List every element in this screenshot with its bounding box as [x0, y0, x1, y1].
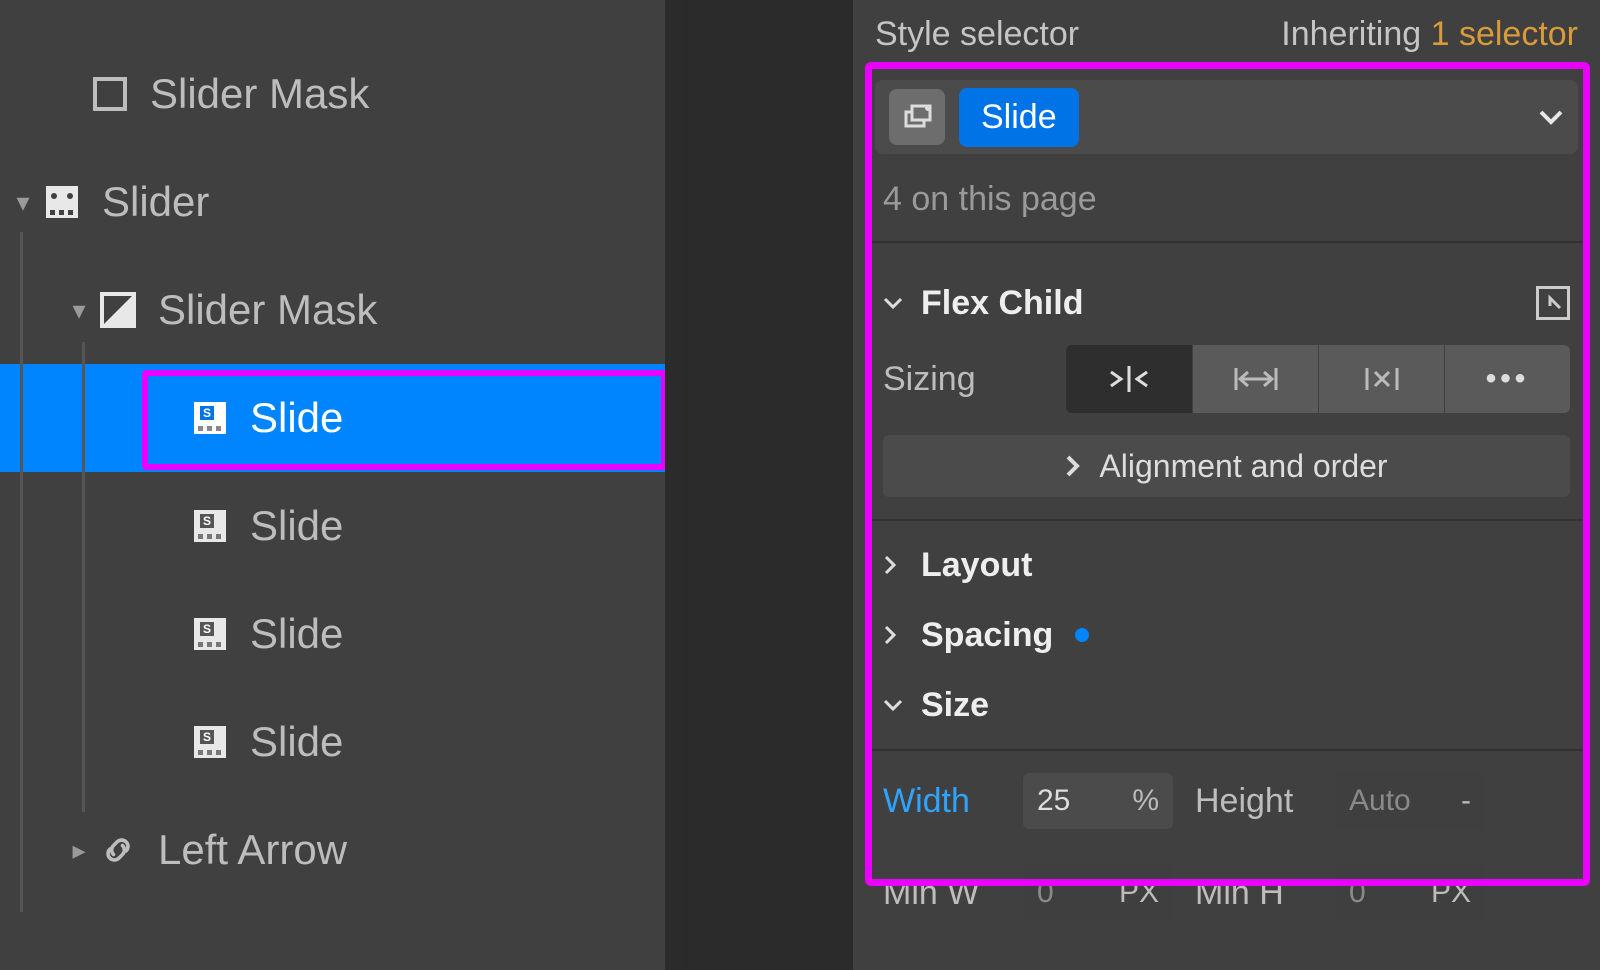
- section-layout[interactable]: Layout: [865, 535, 1588, 595]
- minh-label: Min H: [1195, 874, 1323, 913]
- none-icon: [1365, 364, 1399, 394]
- tree-item-slide-4[interactable]: S Slide: [0, 688, 665, 796]
- chevron-right-icon: [883, 625, 905, 645]
- panel-divider[interactable]: [684, 0, 687, 970]
- caret-down-icon[interactable]: ▾: [10, 187, 36, 218]
- selector-source-button[interactable]: [889, 89, 945, 145]
- tree-item-slide-2[interactable]: S Slide: [0, 472, 665, 580]
- sizing-shrink-button[interactable]: [1066, 345, 1192, 413]
- minw-unit[interactable]: PX: [1119, 876, 1159, 910]
- slide-icon: S: [192, 400, 228, 436]
- caret-right-icon[interactable]: ▸: [66, 835, 92, 866]
- svg-text:S: S: [203, 730, 211, 744]
- tree-item-label: Slide: [250, 502, 343, 550]
- tree-item-slider-mask-top[interactable]: Slider Mask: [0, 40, 665, 148]
- tree-item-left-arrow[interactable]: ▸ Left Arrow: [0, 796, 665, 904]
- slide-icon: S: [192, 724, 228, 760]
- panel-divider[interactable]: [665, 0, 668, 970]
- tree-item-slide-3[interactable]: S Slide: [0, 580, 665, 688]
- section-spacing[interactable]: Spacing: [865, 605, 1588, 665]
- height-label: Height: [1195, 782, 1323, 821]
- svg-text:S: S: [203, 514, 211, 528]
- reset-target-icon[interactable]: [1536, 286, 1570, 320]
- sizing-none-button[interactable]: [1318, 345, 1444, 413]
- chevron-right-icon: [1065, 454, 1081, 478]
- slider-icon: [44, 184, 80, 220]
- minw-input[interactable]: 0 PX: [1023, 865, 1173, 921]
- svg-text:S: S: [203, 406, 211, 420]
- layers-icon: [902, 102, 932, 132]
- alignment-order-toggle[interactable]: Alignment and order: [883, 435, 1570, 497]
- slide-icon: S: [192, 616, 228, 652]
- selector-count: 4 on this page: [883, 180, 1588, 219]
- minw-label: Min W: [883, 874, 1011, 913]
- chevron-down-icon: [1538, 108, 1564, 126]
- width-unit[interactable]: %: [1132, 784, 1159, 818]
- tree-item-label: Slider Mask: [150, 70, 369, 118]
- mask-icon: [100, 292, 136, 328]
- tree-item-label: Left Arrow: [158, 826, 347, 874]
- chevron-right-icon: [883, 555, 905, 575]
- sizing-grow-button[interactable]: [1192, 345, 1318, 413]
- style-panel: Style selector Inheriting 1 selector Sli…: [853, 0, 1600, 970]
- sizing-more-button[interactable]: •••: [1444, 345, 1570, 413]
- tree-item-slider-mask[interactable]: ▾ Slider Mask: [0, 256, 665, 364]
- canvas-area: [665, 0, 853, 970]
- selector-state-dropdown[interactable]: [1538, 108, 1564, 126]
- modified-dot-icon: [1075, 628, 1089, 642]
- style-selector-title: Style selector: [875, 15, 1079, 54]
- minh-unit[interactable]: PX: [1431, 876, 1471, 910]
- selector-bar[interactable]: Slide: [875, 80, 1578, 154]
- square-icon: [92, 76, 128, 112]
- grow-icon: [1234, 364, 1278, 394]
- minh-input[interactable]: 0 PX: [1335, 865, 1485, 921]
- shrink-icon: [1107, 364, 1151, 394]
- sizing-label: Sizing: [883, 360, 1015, 399]
- height-input[interactable]: Auto -: [1335, 773, 1485, 829]
- tree-item-slide-1[interactable]: S Slide: [0, 364, 665, 472]
- caret-down-icon[interactable]: ▾: [66, 295, 92, 326]
- link-icon: [100, 832, 136, 868]
- inheriting-label[interactable]: Inheriting 1 selector: [1281, 15, 1578, 54]
- height-unit[interactable]: -: [1461, 784, 1471, 818]
- tree-item-label: Slide: [250, 718, 343, 766]
- tree-item-label: Slide: [250, 394, 343, 442]
- tree-item-label: Slider Mask: [158, 286, 377, 334]
- section-flex-child[interactable]: Flex Child: [865, 273, 1588, 333]
- tree-item-slider[interactable]: ▾ Slider: [0, 148, 665, 256]
- more-icon: •••: [1486, 362, 1530, 396]
- slide-icon: S: [192, 508, 228, 544]
- width-label[interactable]: Width: [883, 782, 1011, 821]
- selector-class-tag[interactable]: Slide: [959, 88, 1079, 147]
- svg-text:S: S: [203, 622, 211, 636]
- width-input[interactable]: 25 %: [1023, 773, 1173, 829]
- tree-item-label: Slider: [102, 178, 209, 226]
- section-size[interactable]: Size: [865, 675, 1588, 735]
- chevron-down-icon: [883, 296, 905, 310]
- tree-item-label: Slide: [250, 610, 343, 658]
- sizing-segmented: •••: [1066, 345, 1570, 413]
- navigator-panel: Slider Mask ▾ Slider ▾ Slider Mask: [0, 0, 665, 970]
- chevron-down-icon: [883, 698, 905, 712]
